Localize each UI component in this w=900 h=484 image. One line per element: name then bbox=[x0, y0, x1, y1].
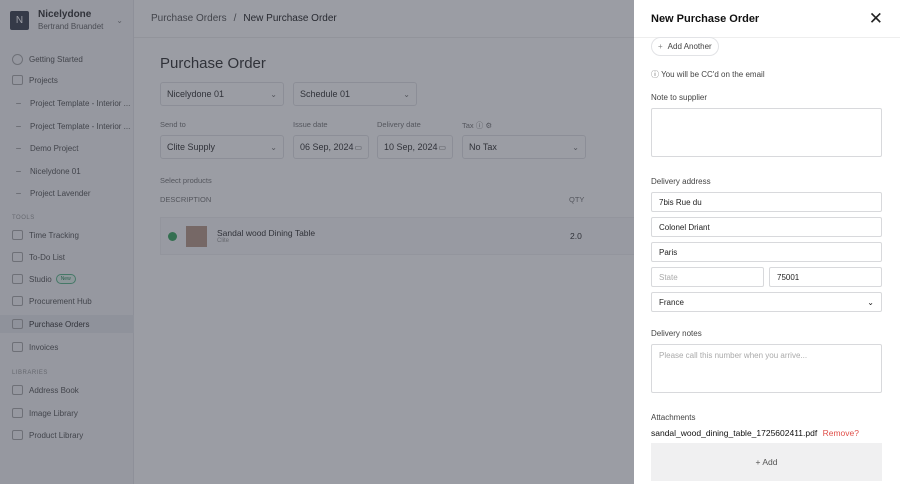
drawer-title: New Purchase Order bbox=[651, 12, 760, 25]
info-icon: ⓘ bbox=[651, 70, 659, 79]
attachment: sandal_wood_dining_table_1725602411.pdf … bbox=[651, 428, 859, 438]
note-label: Note to supplier bbox=[651, 93, 708, 102]
address-line1-input[interactable]: 7bis Rue du bbox=[651, 192, 882, 212]
label: Add Another bbox=[667, 42, 712, 51]
new-purchase-order-drawer: New Purchase Order ✕ + Add Another ⓘ You w… bbox=[634, 0, 900, 484]
plus-icon: + bbox=[658, 42, 663, 51]
state-input[interactable]: State bbox=[651, 267, 764, 287]
label: You will be CC'd on the email bbox=[661, 70, 765, 79]
add-attachment-button[interactable]: + Add bbox=[651, 443, 882, 481]
delivery-notes-label: Delivery notes bbox=[651, 329, 702, 338]
cc-note: ⓘ You will be CC'd on the email bbox=[651, 69, 765, 80]
close-icon[interactable]: ✕ bbox=[869, 9, 883, 29]
remove-attachment-link[interactable]: Remove? bbox=[823, 428, 859, 438]
attachment-filename[interactable]: sandal_wood_dining_table_1725602411.pdf bbox=[651, 428, 817, 438]
add-another-button[interactable]: + Add Another bbox=[651, 37, 719, 56]
modal-backdrop[interactable] bbox=[0, 0, 634, 484]
country-select[interactable]: France ⌄ bbox=[651, 292, 882, 312]
postcode-input[interactable]: 75001 bbox=[769, 267, 882, 287]
chevron-down-icon: ⌄ bbox=[867, 297, 874, 307]
delivery-notes-input[interactable]: Please call this number when you arrive.… bbox=[651, 344, 882, 393]
address-line2-input[interactable]: Colonel Driant bbox=[651, 217, 882, 237]
note-to-supplier-input[interactable] bbox=[651, 108, 882, 157]
attachments-label: Attachments bbox=[651, 413, 696, 422]
value: France bbox=[659, 297, 684, 307]
delivery-address-label: Delivery address bbox=[651, 177, 711, 186]
city-input[interactable]: Paris bbox=[651, 242, 882, 262]
